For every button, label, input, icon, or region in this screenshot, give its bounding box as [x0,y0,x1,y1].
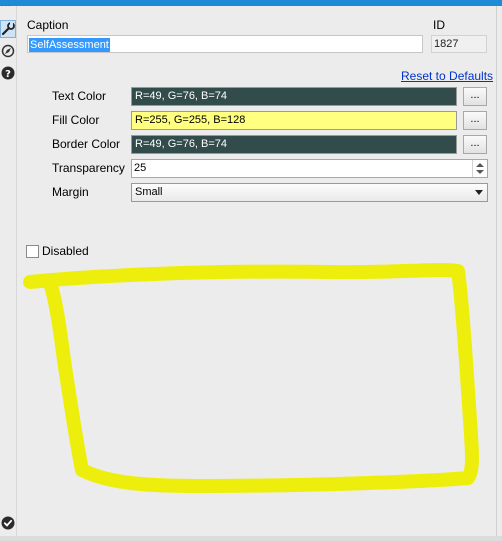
bottom-border [0,536,502,541]
yellow-annotation-rectangle [23,263,479,493]
